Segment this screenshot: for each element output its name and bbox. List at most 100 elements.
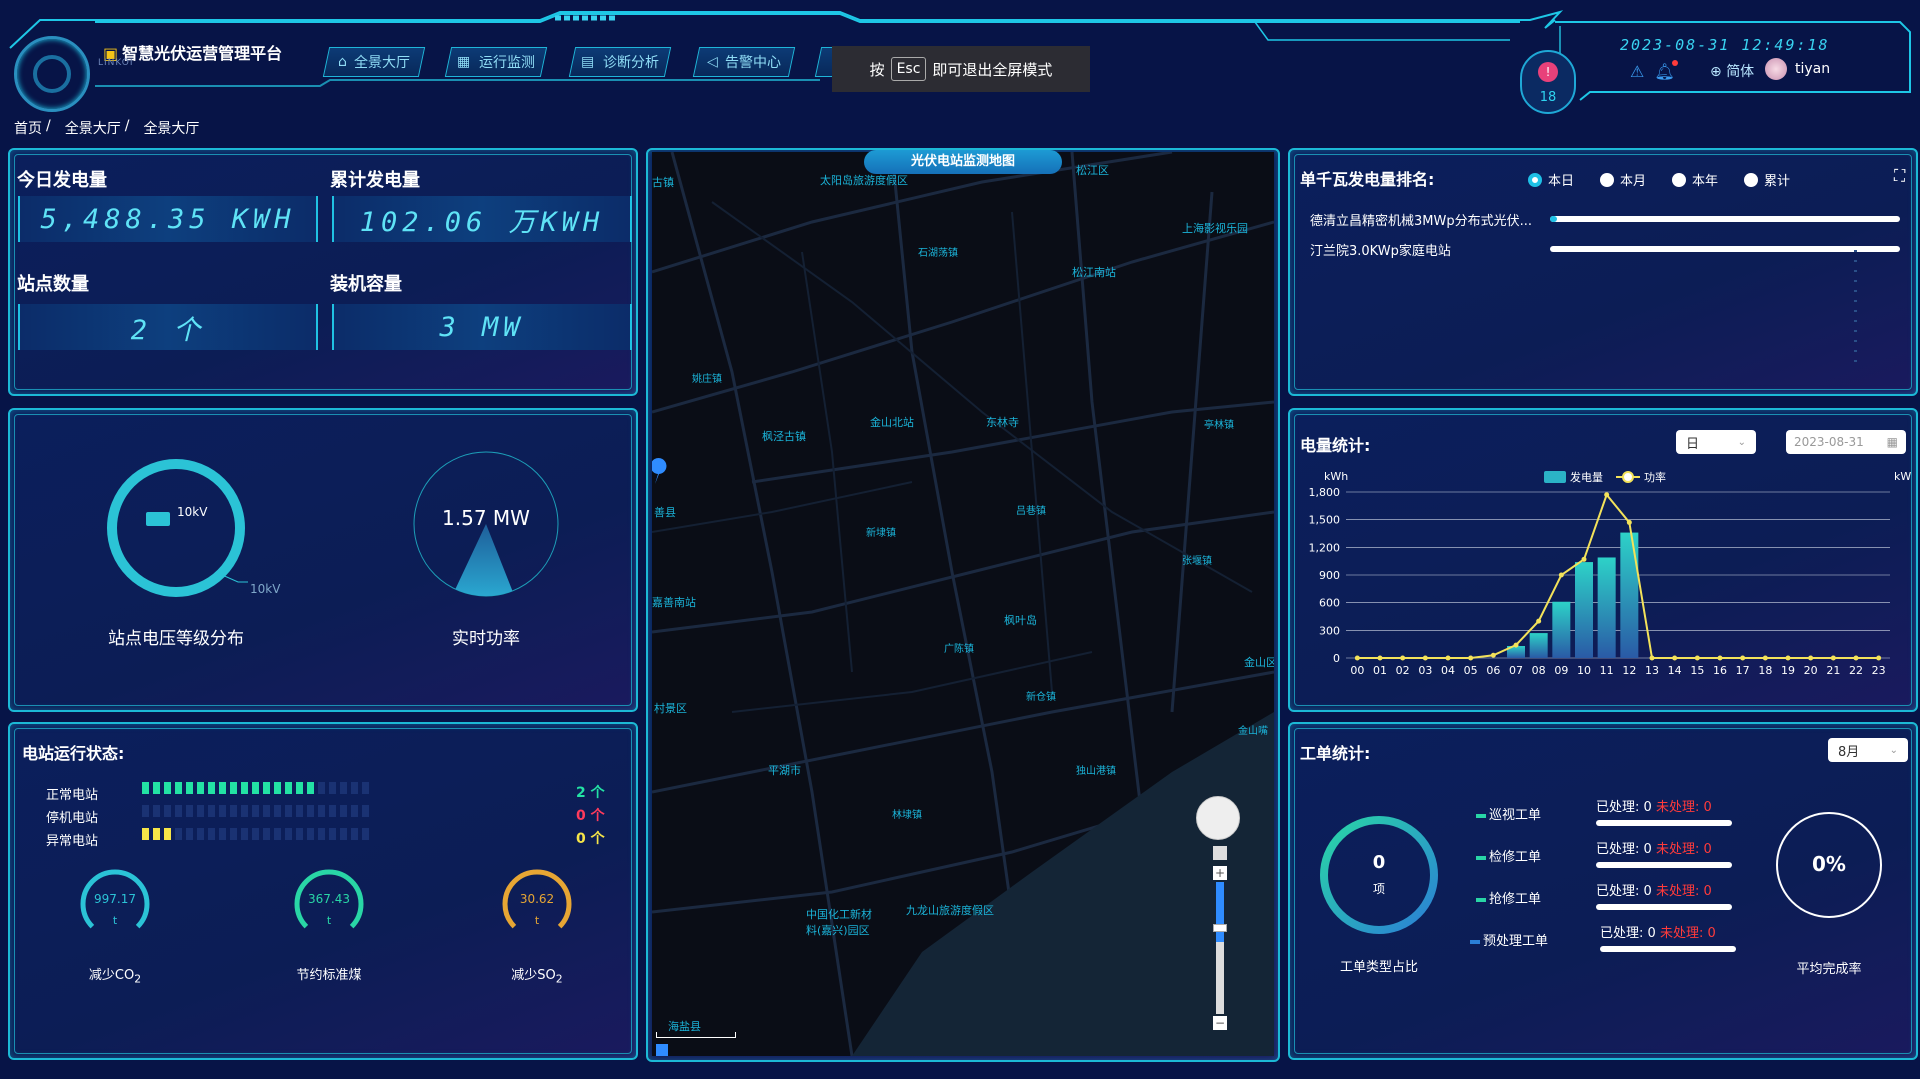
power-gauge-fill <box>455 524 513 596</box>
status-segment <box>362 782 369 794</box>
status-segment <box>318 782 325 794</box>
station-count-value: 2 个 <box>18 304 318 350</box>
status-segment <box>252 828 259 840</box>
type-swatch <box>1476 855 1486 860</box>
y-tick-label: 1,500 <box>1309 514 1341 527</box>
radio-day[interactable]: 本日 <box>1528 170 1574 189</box>
status-segment <box>186 782 193 794</box>
legend-swatch-bars <box>1544 471 1566 483</box>
radio-month-dot <box>1600 172 1614 187</box>
map-pin-icon[interactable] <box>652 458 667 484</box>
warning-icon[interactable]: ⚠ <box>1630 62 1644 81</box>
breadcrumb-item[interactable]: 全景大厅 <box>65 118 121 138</box>
bell-icon[interactable]: 🔔︎ <box>1654 60 1678 81</box>
y-axis-label: kWh <box>1324 470 1348 483</box>
status-segment <box>230 805 237 817</box>
x-tick-label: 01 <box>1373 664 1387 677</box>
radio-year[interactable]: 本年 <box>1672 170 1718 189</box>
status-segment <box>318 805 325 817</box>
map-place: 松江区 <box>1076 164 1109 177</box>
breadcrumb: 首页 / 全景大厅 / 全景大厅 <box>14 118 199 138</box>
alarm-icon: ! <box>1538 62 1558 82</box>
radio-total-dot <box>1744 172 1758 187</box>
unprocessed-label: 未处理: <box>1655 842 1700 857</box>
x-tick-label: 23 <box>1872 664 1886 677</box>
date-picker[interactable]: 2023-08-31 ▦ <box>1786 430 1906 454</box>
user-menu[interactable]: tiyan <box>1765 58 1830 80</box>
x-tick-label: 08 <box>1532 664 1546 677</box>
map-place: 广陈镇 <box>944 644 974 655</box>
x-tick-label: 22 <box>1849 664 1863 677</box>
unprocessed-label: 未处理: <box>1655 800 1700 815</box>
radio-month[interactable]: 本月 <box>1600 170 1646 189</box>
map-sea <box>852 712 1274 1056</box>
voltage-slice-label: 10kV <box>250 582 281 596</box>
map-place: 新仓镇 <box>1026 692 1056 703</box>
map-place: 松江南站 <box>1072 266 1116 279</box>
nav-tab-overview[interactable]: ⌂ 全景大厅 <box>322 47 426 77</box>
zoom-slider-handle[interactable] <box>1213 924 1227 932</box>
map-place: 枫泾古镇 <box>762 430 806 443</box>
nav-tab-monitoring[interactable]: ▦ 运行监测 <box>444 47 548 77</box>
x-tick-label: 09 <box>1554 664 1568 677</box>
so2-label-sub: 2 <box>555 972 563 986</box>
voltage-caption: 站点电压等级分布 <box>108 629 244 649</box>
co2-unit: t <box>112 914 118 927</box>
status-segment <box>340 805 347 817</box>
map-place: 古镇 <box>652 176 674 189</box>
zoom-slider-track[interactable] <box>1216 882 1224 1014</box>
status-segment <box>241 828 248 840</box>
fullscreen-icon[interactable]: ⛶ <box>1894 166 1905 186</box>
breadcrumb-home[interactable]: 首页 <box>14 118 42 138</box>
energy-title: 电量统计: <box>1300 436 1371 455</box>
station-map[interactable]: 古镇 太阳岛旅游度假区 松江区 上海影视乐园 石湖荡镇 松江南站 枫泾古镇 金山… <box>652 152 1274 1056</box>
status-segment <box>274 828 281 840</box>
workorder-ring-arc <box>1320 816 1438 934</box>
workorder-type: 巡视工单 <box>1476 804 1541 823</box>
zoom-out-button[interactable]: − <box>1213 1016 1227 1030</box>
nav-tab-diagnosis[interactable]: ▤ 诊断分析 <box>568 47 672 77</box>
map-reset-button[interactable] <box>1213 846 1227 860</box>
power-point <box>1672 655 1678 661</box>
status-segment <box>164 782 171 794</box>
status-stopped-label: 停机电站 <box>46 811 99 826</box>
nav-tab-alarms[interactable]: ◁ 告警中心 <box>692 47 796 77</box>
status-abnormal-count: 0 个 <box>576 831 605 847</box>
zoom-in-button[interactable]: + <box>1213 866 1227 880</box>
y-tick-label: 900 <box>1319 569 1340 582</box>
so2-unit: t <box>534 914 540 927</box>
ranking-scroll-track[interactable] <box>1854 250 1857 370</box>
map-place: 中国化工新材 <box>806 908 872 921</box>
workorder-status: 已处理: 0 未处理: 0 <box>1596 796 1712 815</box>
power-point <box>1581 556 1587 562</box>
map-place: 亭林镇 <box>1204 420 1234 431</box>
unprocessed-value: 0 <box>1703 800 1712 815</box>
today-energy-value: 5,488.35 KWH <box>18 196 318 242</box>
unprocessed-label: 未处理: <box>1655 884 1700 899</box>
chevron-down-icon: ⌄ <box>1889 744 1898 756</box>
status-segment <box>351 828 358 840</box>
map-place: 独山港镇 <box>1076 766 1116 777</box>
power-point <box>1468 655 1474 661</box>
status-segment <box>252 805 259 817</box>
logo-emblem <box>14 36 90 112</box>
month-select[interactable]: 8月 ⌄ <box>1828 738 1908 762</box>
building-icon: ⌂ <box>337 54 347 70</box>
language-switch[interactable]: ⊕ 简体 <box>1710 61 1754 81</box>
radio-total[interactable]: 累计 <box>1744 170 1790 189</box>
power-point <box>1853 655 1859 661</box>
today-energy-label: 今日发电量 <box>17 170 107 191</box>
workorder-progress-bar <box>1596 862 1732 868</box>
alarm-badge[interactable]: ! 18 <box>1520 50 1576 114</box>
map-pan-control[interactable] <box>1196 796 1240 840</box>
status-segment <box>208 828 215 840</box>
station-status-title: 电站运行状态: <box>22 744 125 763</box>
period-select[interactable]: 日 ⌄ <box>1676 430 1756 454</box>
grid-icon: ▦ <box>457 54 471 70</box>
power-point <box>1830 655 1836 661</box>
unprocessed-value: 0 <box>1703 842 1712 857</box>
status-normal-count: 2 个 <box>576 785 605 801</box>
brand-name: 智慧光伏运营管理平台 <box>122 44 283 63</box>
map-place: 石湖荡镇 <box>918 248 958 259</box>
status-abnormal-bar <box>142 828 369 842</box>
